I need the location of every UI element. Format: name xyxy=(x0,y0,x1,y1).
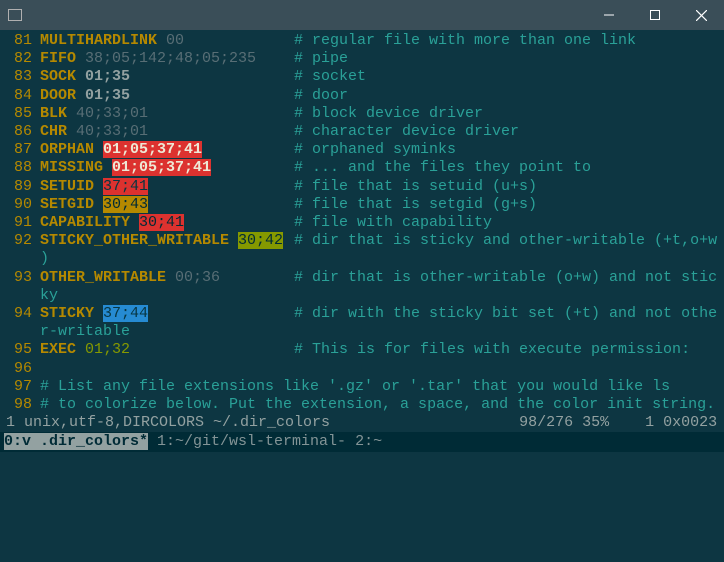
config-key: BLK xyxy=(40,105,67,122)
comment-text: # character device driver xyxy=(294,123,519,141)
config-value: 40;33;01 xyxy=(76,105,148,122)
window-controls xyxy=(586,0,724,30)
comment-text: # dir with the sticky bit set (+t) and n… xyxy=(294,305,717,323)
line-number: 98 xyxy=(6,396,32,414)
tmux-status-line[interactable]: 0:v .dir_colors* 1:~/git/wsl-terminal- 2… xyxy=(0,432,724,452)
config-value: 37;41 xyxy=(103,178,148,195)
tmux-windows[interactable]: 1:~/git/wsl-terminal- 2:~ xyxy=(148,433,382,450)
line-number: 86 xyxy=(6,123,32,141)
code-line: 98 # to colorize below. Put the extension… xyxy=(6,396,718,414)
config-value: 01;35 xyxy=(85,87,130,104)
config-value: 01;05;37;41 xyxy=(112,159,211,176)
config-value: 30;42 xyxy=(238,232,283,249)
code-line: 81 MULTIHARDLINK 00 # regular file with mo… xyxy=(6,32,718,50)
config-key: MULTIHARDLINK xyxy=(40,32,157,49)
config-value: 01;35 xyxy=(85,68,130,85)
code-line: 93 OTHER_WRITABLE 00;36 # dir that is othe… xyxy=(6,269,718,287)
comment-text: # dir that is sticky and other-writable … xyxy=(294,232,717,250)
config-value: 40;33;01 xyxy=(76,123,148,140)
line-number: 85 xyxy=(6,105,32,123)
line-number: 91 xyxy=(6,214,32,232)
code-line: 83 SOCK 01;35 # socket xyxy=(6,68,718,86)
close-button[interactable] xyxy=(678,0,724,30)
comment-text: # pipe xyxy=(294,50,348,68)
config-key: SETUID xyxy=(40,178,94,195)
editor-content[interactable]: 81 MULTIHARDLINK 00 # regular file with mo… xyxy=(0,30,724,414)
code-line: 94 STICKY 37;44 # dir with the sticky bit … xyxy=(6,305,718,323)
code-line: 89 SETUID 37;41 # file that is setuid (u+s… xyxy=(6,178,718,196)
config-key: STICKY_OTHER_WRITABLE xyxy=(40,232,229,249)
config-key: MISSING xyxy=(40,159,103,176)
code-line: 87 ORPHAN 01;05;37;41 # orphaned syminks xyxy=(6,141,718,159)
code-line: 86 CHR 40;33;01 # character device driver xyxy=(6,123,718,141)
config-value: 30;43 xyxy=(103,196,148,213)
config-value: 00;36 xyxy=(175,269,220,286)
minimize-button[interactable] xyxy=(586,0,632,30)
comment-text: # file that is setgid (g+s) xyxy=(294,196,537,214)
comment-text: # regular file with more than one link xyxy=(294,32,636,50)
comment-text: # ... and the files they point to xyxy=(294,159,591,177)
code-line: 85 BLK 40;33;01 # block device driver xyxy=(6,105,718,123)
code-line: 96 xyxy=(6,360,718,378)
line-number: 81 xyxy=(6,32,32,50)
wrapped-line: ky xyxy=(6,287,718,305)
config-value: 38;05;142;48;05;235 xyxy=(85,50,256,67)
code-line: 82 FIFO 38;05;142;48;05;235 # pipe xyxy=(6,50,718,68)
comment-text: # file with capability xyxy=(294,214,492,232)
code-line: 91 CAPABILITY 30;41 # file with capability xyxy=(6,214,718,232)
config-key: EXEC xyxy=(40,341,76,358)
line-number: 95 xyxy=(6,341,32,359)
code-line: 95 EXEC 01;32 # This is for files with exe… xyxy=(6,341,718,359)
comment-text: # List any file extensions like '.gz' or… xyxy=(40,378,670,395)
terminal-icon xyxy=(8,9,22,21)
line-number: 97 xyxy=(6,378,32,396)
config-key: STICKY xyxy=(40,305,94,322)
config-value: 01;05;37;41 xyxy=(103,141,202,158)
config-value: 01;32 xyxy=(85,341,130,358)
tmux-active-window[interactable]: 0:v .dir_colors* xyxy=(4,433,148,450)
line-number: 82 xyxy=(6,50,32,68)
line-number: 87 xyxy=(6,141,32,159)
comment-text: # This is for files with execute permiss… xyxy=(294,341,690,359)
code-line: 90 SETGID 30;43 # file that is setgid (g+s… xyxy=(6,196,718,214)
comment-text: # block device driver xyxy=(294,105,483,123)
line-number: 90 xyxy=(6,196,32,214)
code-line: 88 MISSING 01;05;37;41 # ... and the files… xyxy=(6,159,718,177)
comment-text: # to colorize below. Put the extension, … xyxy=(40,396,715,413)
line-number: 84 xyxy=(6,87,32,105)
line-number: 92 xyxy=(6,232,32,250)
line-number: 88 xyxy=(6,159,32,177)
wrapped-line: r-writable xyxy=(6,323,718,341)
line-number: 89 xyxy=(6,178,32,196)
config-value: 30;41 xyxy=(139,214,184,231)
comment-text: # socket xyxy=(294,68,366,86)
config-key: CHR xyxy=(40,123,67,140)
line-number: 83 xyxy=(6,68,32,86)
config-key: DOOR xyxy=(40,87,76,104)
line-number: 96 xyxy=(6,360,32,378)
vim-status-line: 1 unix,utf-8,DIRCOLORS ~/.dir_colors 98/… xyxy=(0,414,724,432)
config-key: OTHER_WRITABLE xyxy=(40,269,166,286)
comment-text: # file that is setuid (u+s) xyxy=(294,178,537,196)
config-key: FIFO xyxy=(40,50,76,67)
config-key: SOCK xyxy=(40,68,76,85)
wrapped-line: ) xyxy=(6,250,718,268)
line-number: 94 xyxy=(6,305,32,323)
config-key: ORPHAN xyxy=(40,141,94,158)
code-line: 84 DOOR 01;35 # door xyxy=(6,87,718,105)
comment-text: # dir that is other-writable (o+w) and n… xyxy=(294,269,717,287)
config-key: SETGID xyxy=(40,196,94,213)
maximize-button[interactable] xyxy=(632,0,678,30)
comment-text: # door xyxy=(294,87,348,105)
window-titlebar xyxy=(0,0,724,30)
comment-text: # orphaned syminks xyxy=(294,141,456,159)
code-line: 92 STICKY_OTHER_WRITABLE 30;42 # dir that … xyxy=(6,232,718,250)
line-number: 93 xyxy=(6,269,32,287)
config-value: 37;44 xyxy=(103,305,148,322)
config-value: 00 xyxy=(166,32,184,49)
code-line: 97 # List any file extensions like '.gz' … xyxy=(6,378,718,396)
config-key: CAPABILITY xyxy=(40,214,130,231)
